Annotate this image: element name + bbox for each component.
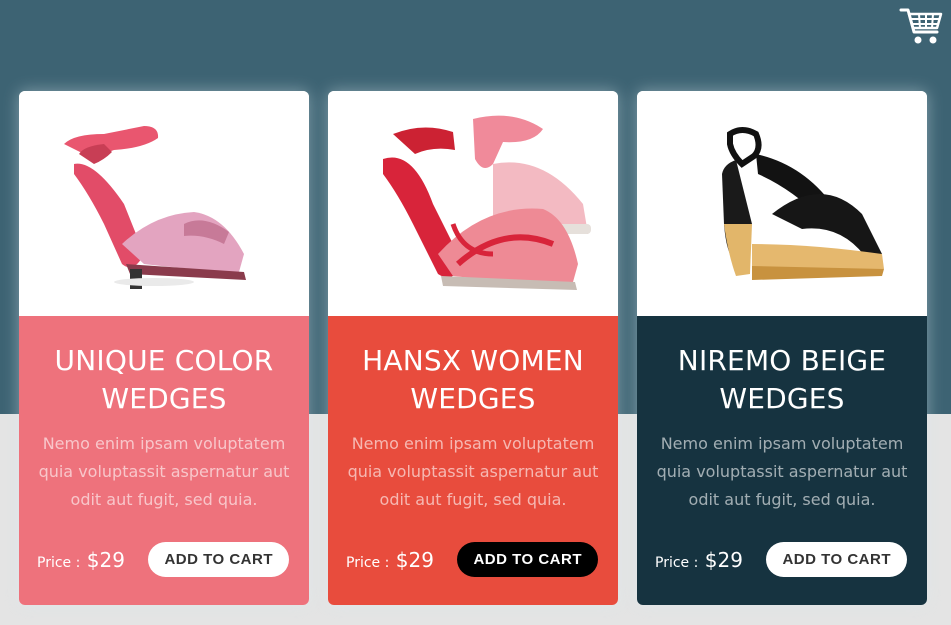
- product-description: Nemo enim ipsam voluptatem quia voluptas…: [347, 434, 599, 509]
- price-label: Price :: [655, 554, 699, 571]
- product-card: NIREMO BEIGE WEDGES Nemo enim ipsam volu…: [637, 91, 927, 605]
- product-card-body: HANSX WOMEN WEDGES Nemo enim ipsam volup…: [328, 316, 618, 605]
- price: Price : $29: [346, 548, 434, 572]
- product-footer: Price : $29 ADD TO CART: [655, 542, 907, 577]
- product-cards: UNIQUE COLOR WEDGES Nemo enim ipsam volu…: [19, 91, 927, 605]
- product-title: HANSX WOMEN WEDGES: [362, 344, 584, 415]
- price-label: Price :: [346, 554, 390, 571]
- product-footer: Price : $29 ADD TO CART: [37, 542, 289, 577]
- shopping-cart-icon[interactable]: [899, 6, 943, 46]
- add-to-cart-button[interactable]: ADD TO CART: [457, 542, 598, 577]
- product-card: UNIQUE COLOR WEDGES Nemo enim ipsam volu…: [19, 91, 309, 605]
- price: Price : $29: [37, 548, 125, 572]
- price-amount: $29: [86, 547, 125, 572]
- product-image[interactable]: [19, 91, 309, 316]
- add-to-cart-button[interactable]: ADD TO CART: [148, 542, 289, 577]
- red-wedge-sandals-image: [383, 115, 591, 290]
- price-amount: $29: [395, 547, 434, 572]
- price-label: Price :: [37, 554, 81, 571]
- product-title: UNIQUE COLOR WEDGES: [54, 344, 274, 415]
- black-wedge-sandal-image: [722, 126, 884, 280]
- product-card-body: NIREMO BEIGE WEDGES Nemo enim ipsam volu…: [637, 316, 927, 605]
- product-description: Nemo enim ipsam voluptatem quia voluptas…: [656, 434, 908, 509]
- product-footer: Price : $29 ADD TO CART: [346, 542, 598, 577]
- product-image[interactable]: [637, 91, 927, 316]
- product-description: Nemo enim ipsam voluptatem quia voluptas…: [38, 434, 290, 509]
- product-card-body: UNIQUE COLOR WEDGES Nemo enim ipsam volu…: [19, 316, 309, 605]
- pink-wedge-sandal-image: [64, 125, 246, 289]
- add-to-cart-button[interactable]: ADD TO CART: [766, 542, 907, 577]
- price-amount: $29: [704, 547, 743, 572]
- product-image[interactable]: [328, 91, 618, 316]
- product-title: NIREMO BEIGE WEDGES: [677, 344, 887, 415]
- price: Price : $29: [655, 548, 743, 572]
- product-card: HANSX WOMEN WEDGES Nemo enim ipsam volup…: [328, 91, 618, 605]
